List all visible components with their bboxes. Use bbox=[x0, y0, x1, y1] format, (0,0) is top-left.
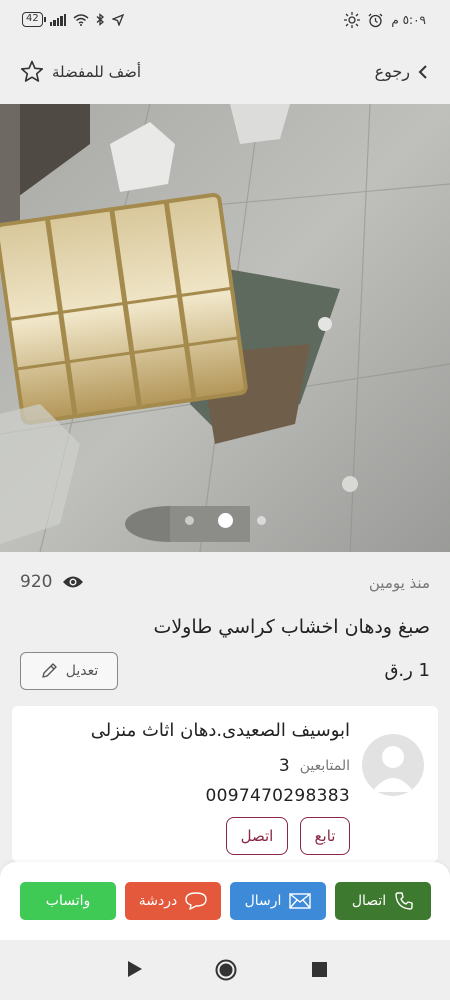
seller-avatar[interactable] bbox=[362, 734, 424, 796]
listing-title: صبغ ودهان اخشاب كراسي طاولات bbox=[153, 616, 430, 638]
send-label: ارسال bbox=[244, 893, 282, 909]
call-label: اتصال bbox=[351, 893, 387, 909]
phone-icon bbox=[395, 892, 413, 910]
star-icon bbox=[20, 60, 44, 82]
bluetooth-icon bbox=[96, 13, 105, 26]
followers: المتابعين 3 bbox=[279, 756, 350, 776]
chat-bubble-icon bbox=[185, 892, 207, 910]
carousel-dot[interactable] bbox=[256, 516, 266, 525]
meta-row: 920 منذ يومين bbox=[20, 572, 430, 596]
seller-card: ابوسيف الصعيدى.دهان اثاث منزلى المتابعين… bbox=[12, 706, 438, 862]
views-value: 920 bbox=[20, 572, 53, 592]
back-triangle-icon[interactable] bbox=[127, 960, 143, 978]
whatsapp-button[interactable]: واتساب bbox=[20, 882, 116, 920]
pencil-icon bbox=[42, 663, 57, 678]
add-favorite-button[interactable]: أضف للمفضلة bbox=[20, 60, 141, 83]
carousel-dot-active[interactable] bbox=[217, 513, 233, 528]
home-circle-icon[interactable] bbox=[215, 959, 237, 981]
user-icon bbox=[372, 746, 414, 792]
posted-time: منذ يومين bbox=[368, 574, 430, 592]
status-right: ٥:٠٩ م bbox=[344, 12, 426, 28]
chat-button[interactable]: دردشة bbox=[125, 882, 221, 920]
followers-count: 3 bbox=[278, 756, 290, 776]
call-button[interactable]: اتصال bbox=[335, 882, 431, 920]
followers-label: المتابعين bbox=[299, 758, 350, 774]
status-bar: 42 ٥:٠٩ م bbox=[0, 0, 450, 42]
recents-square-icon[interactable] bbox=[312, 962, 327, 977]
back-button[interactable]: رجوع bbox=[375, 62, 428, 81]
chat-label: دردشة bbox=[138, 893, 178, 909]
system-nav-bar bbox=[0, 940, 450, 1000]
header: رجوع أضف للمفضلة bbox=[0, 42, 450, 104]
carousel-dot[interactable] bbox=[184, 516, 194, 525]
favorite-label: أضف للمفضلة bbox=[52, 62, 142, 81]
listing-details: 920 منذ يومين صبغ ودهان اخشاب كراسي طاول… bbox=[0, 552, 450, 862]
battery-indicator: 42 bbox=[22, 12, 46, 27]
back-label: رجوع bbox=[374, 62, 410, 81]
alarm-icon bbox=[368, 13, 383, 27]
image-carousel[interactable] bbox=[0, 104, 450, 552]
contact-action-bar: اتصال ارسال دردشة واتساب bbox=[0, 862, 450, 940]
edit-label: تعديل bbox=[65, 663, 99, 679]
edit-button[interactable]: تعديل bbox=[20, 652, 118, 690]
carousel-dots bbox=[0, 513, 450, 528]
dnd-icon bbox=[344, 12, 361, 28]
listing-price: 1 ر.ق bbox=[384, 660, 430, 681]
status-indicators: 42 bbox=[22, 12, 125, 27]
eye-icon bbox=[63, 576, 84, 588]
envelope-icon bbox=[289, 893, 312, 909]
seller-name: ابوسيف الصعيدى.دهان اثاث منزلى bbox=[90, 720, 350, 741]
chevron-left-icon bbox=[418, 64, 427, 79]
signal-icon bbox=[49, 13, 67, 26]
view-count: 920 bbox=[20, 572, 84, 592]
seller-phone[interactable]: 0097470298383 bbox=[205, 786, 350, 806]
clock: ٥:٠٩ م bbox=[391, 13, 426, 27]
seller-call-button[interactable]: اتصل bbox=[226, 817, 288, 855]
location-icon bbox=[112, 13, 125, 26]
wifi-icon bbox=[73, 13, 89, 26]
follow-button[interactable]: تابع bbox=[300, 817, 350, 855]
listing-photo bbox=[0, 104, 450, 552]
send-button[interactable]: ارسال bbox=[230, 882, 326, 920]
whatsapp-label: واتساب bbox=[45, 893, 91, 909]
